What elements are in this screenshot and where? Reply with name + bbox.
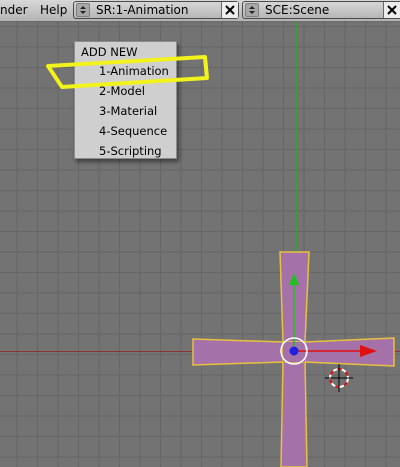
- screen-selector[interactable]: SR:1-Animation: [73, 1, 239, 19]
- 3d-viewport[interactable]: [0, 22, 400, 467]
- menu-item-model[interactable]: 2-Model: [75, 81, 176, 101]
- header-bar: nder Help SR:1-Animation SCE:Scene: [0, 0, 400, 22]
- menu-item-sequence[interactable]: 4-Sequence: [75, 121, 176, 141]
- screen-dropdown-menu: ADD NEW 1-Animation 2-Model 3-Material 4…: [74, 41, 177, 159]
- scene-delete-button[interactable]: [383, 2, 400, 18]
- menu-item-material[interactable]: 3-Material: [75, 101, 176, 121]
- scene-selector[interactable]: SCE:Scene: [242, 1, 400, 19]
- scene-objects[interactable]: [0, 22, 400, 467]
- center-dot-icon: [289, 346, 299, 356]
- screen-name[interactable]: SR:1-Animation: [96, 3, 189, 17]
- close-icon: [225, 5, 235, 15]
- 3d-cursor-icon: [325, 364, 353, 392]
- updown-arrows-icon[interactable]: [245, 3, 259, 17]
- menu-render-partial[interactable]: nder: [0, 3, 28, 17]
- dropdown-title: ADD NEW: [81, 45, 138, 59]
- screen-delete-button[interactable]: [221, 2, 238, 18]
- menu-help[interactable]: Help: [40, 3, 67, 17]
- scene-name[interactable]: SCE:Scene: [265, 3, 329, 17]
- close-icon: [387, 5, 397, 15]
- updown-arrows-icon[interactable]: [76, 3, 90, 17]
- menu-item-animation[interactable]: 1-Animation: [75, 61, 176, 81]
- menu-item-scripting[interactable]: 5-Scripting: [75, 141, 176, 161]
